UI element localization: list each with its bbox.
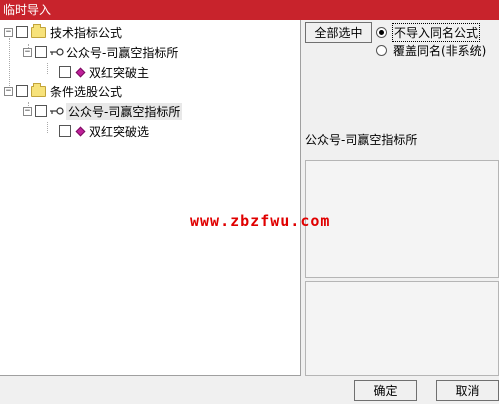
folder-icon	[31, 82, 46, 97]
tree-group-screening[interactable]: − 条件选股公式	[4, 82, 122, 100]
formula-icon	[75, 126, 86, 136]
tree-connector	[47, 122, 48, 133]
tree-node-label: 公众号-司赢空指标所	[66, 102, 183, 120]
tree-group-technical[interactable]: − 技术指标公式	[4, 23, 122, 41]
radio-skip-duplicates[interactable]: 不导入同名公式	[376, 23, 481, 42]
collapse-toggle-icon[interactable]: −	[4, 27, 13, 37]
select-all-button[interactable]: 全部选中	[305, 22, 372, 43]
collapse-toggle-icon[interactable]: −	[23, 106, 32, 116]
tree-group-label: 技术指标公式	[50, 25, 123, 40]
ok-button[interactable]: 确定	[354, 380, 417, 401]
tree-node-author[interactable]: − 公众号-司赢空指标所	[23, 43, 178, 61]
tree-node-author[interactable]: − 公众号-司赢空指标所	[23, 102, 183, 120]
checkbox[interactable]	[35, 105, 47, 117]
tree-group-label: 条件选股公式	[50, 84, 123, 99]
formula-icon	[75, 67, 86, 77]
selected-source-label: 公众号-司赢空指标所	[305, 133, 418, 147]
import-dialog: − 技术指标公式 − 公众号-司赢空指标所 双红突破主 − 条件选股公式 − 公…	[0, 20, 499, 404]
options-panel: 全部选中 不导入同名公式 覆盖同名(非系统) 公众号-司赢空指标所	[305, 20, 499, 376]
radio-label: 覆盖同名(非系统)	[393, 44, 487, 58]
cancel-button[interactable]: 取消	[436, 380, 499, 401]
checkbox[interactable]	[16, 85, 28, 97]
tree-connector	[47, 63, 48, 74]
radio-label: 不导入同名公式	[391, 23, 481, 42]
collapse-toggle-icon[interactable]: −	[4, 86, 13, 96]
watermark-text: www.zbzfwu.com	[190, 212, 331, 230]
checkbox[interactable]	[59, 66, 71, 78]
formula-tree[interactable]: − 技术指标公式 − 公众号-司赢空指标所 双红突破主 − 条件选股公式 − 公…	[0, 20, 301, 376]
key-icon	[50, 48, 64, 56]
tree-node-label: 公众号-司赢空指标所	[66, 45, 179, 60]
detail-box	[305, 281, 499, 376]
checkbox[interactable]	[35, 46, 47, 58]
tree-leaf-label: 双红突破主	[89, 65, 150, 80]
tree-leaf-formula[interactable]: 双红突破选	[59, 122, 149, 140]
radio-overwrite-duplicates[interactable]: 覆盖同名(非系统)	[376, 42, 486, 59]
window-title: 临时导入	[0, 0, 499, 20]
radio-button[interactable]	[376, 45, 387, 56]
key-icon	[50, 107, 64, 115]
folder-icon	[31, 23, 46, 38]
description-box	[305, 160, 499, 278]
radio-button[interactable]	[376, 27, 387, 38]
collapse-toggle-icon[interactable]: −	[23, 47, 32, 57]
checkbox[interactable]	[16, 26, 28, 38]
tree-leaf-formula[interactable]: 双红突破主	[59, 63, 149, 81]
tree-leaf-label: 双红突破选	[89, 124, 150, 139]
checkbox[interactable]	[59, 125, 71, 137]
